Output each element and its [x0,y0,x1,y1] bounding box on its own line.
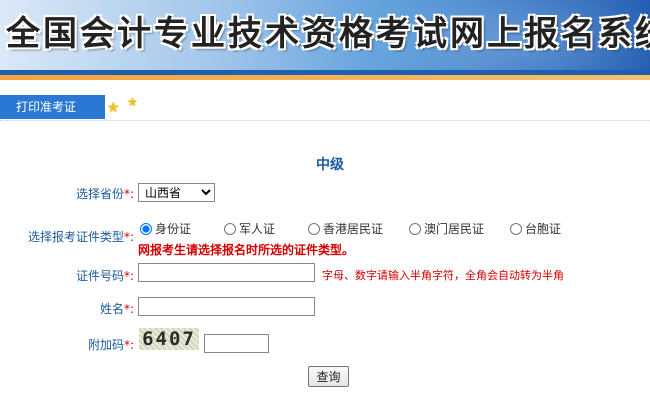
tab-bar: 打印准考证 ★ ★ [0,95,650,121]
radio-input[interactable] [224,222,236,235]
tab-print-admission[interactable]: 打印准考证 [0,95,105,119]
radio-military-card[interactable]: 军人证 [224,220,275,237]
code-label: 附加码*: [87,338,134,352]
radio-taiwan-card[interactable]: 台胞证 [510,220,561,237]
cert-no-label: 证件号码*: [75,269,134,283]
province-select[interactable]: 山西省 [138,183,215,202]
required-mark: *: [123,230,134,244]
exam-grade-heading: 中级 [316,157,344,173]
required-mark: *: [123,187,134,201]
tab-divider [0,120,650,122]
required-mark: *: [123,338,134,352]
cert-type-label: 选择报考证件类型*: [27,230,134,244]
name-label: 姓名*: [99,302,134,316]
radio-input[interactable] [308,222,320,235]
query-button[interactable]: 查询 [308,366,349,387]
required-mark: *: [123,302,134,316]
cert-type-notice: 网报考生请选择报名时所选的证件类型。 [138,243,355,257]
captcha-input[interactable] [204,334,269,353]
province-label: 选择省份*: [75,187,134,201]
star-icon: ★ [107,100,120,116]
cert-type-radio-group: 身份证 军人证 香港居民证 澳门居民证 台胞证 [140,220,600,236]
radio-input[interactable] [140,222,152,235]
cert-no-hint: 字母、数字请输入半角字符，全角会自动转为半角 [322,269,564,282]
name-input[interactable] [138,297,315,316]
radio-id-card[interactable]: 身份证 [140,220,191,237]
radio-hongkong-card[interactable]: 香港居民证 [308,220,383,237]
cert-no-input[interactable] [138,263,315,282]
header-stripe-orange [0,75,650,80]
captcha-image[interactable]: 6407 [139,328,199,350]
header-banner: 全国会计专业技术资格考试网上报名系统 [0,0,650,70]
radio-macau-card[interactable]: 澳门居民证 [409,220,484,237]
required-mark: *: [123,269,134,283]
system-title: 全国会计专业技术资格考试网上报名系统 [6,14,650,54]
star-icon: ★ [127,95,138,109]
radio-input[interactable] [409,222,421,235]
radio-input[interactable] [510,222,522,235]
